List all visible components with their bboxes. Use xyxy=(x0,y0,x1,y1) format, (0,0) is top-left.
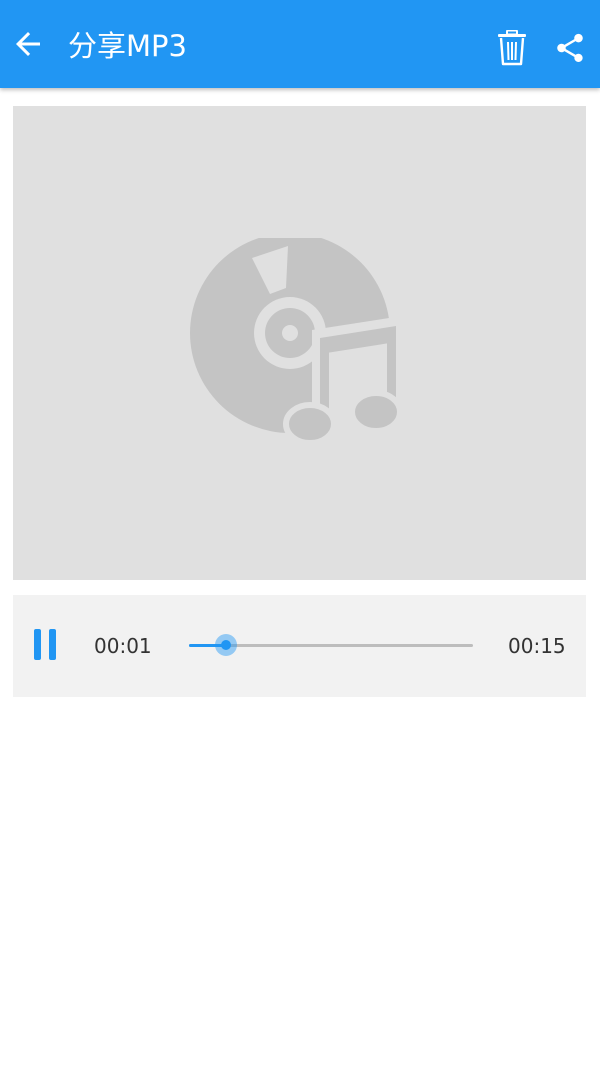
pause-icon xyxy=(34,629,41,660)
album-art-placeholder xyxy=(13,106,586,580)
current-time: 00:01 xyxy=(94,634,152,658)
app-bar: 分享MP3 xyxy=(0,0,600,88)
arrow-back-icon xyxy=(16,32,40,56)
share-button[interactable] xyxy=(548,26,592,70)
delete-button[interactable] xyxy=(490,26,534,70)
seek-thumb[interactable] xyxy=(214,634,237,656)
total-time: 00:15 xyxy=(508,634,566,658)
share-icon xyxy=(557,33,583,63)
page-title: 分享MP3 xyxy=(68,29,187,63)
back-button[interactable] xyxy=(6,22,50,66)
music-disc-icon xyxy=(189,238,403,446)
pause-button[interactable] xyxy=(29,625,61,665)
audio-player: 00:01 00:15 xyxy=(13,595,586,697)
trash-icon xyxy=(498,30,526,66)
seek-bar[interactable] xyxy=(189,625,473,665)
